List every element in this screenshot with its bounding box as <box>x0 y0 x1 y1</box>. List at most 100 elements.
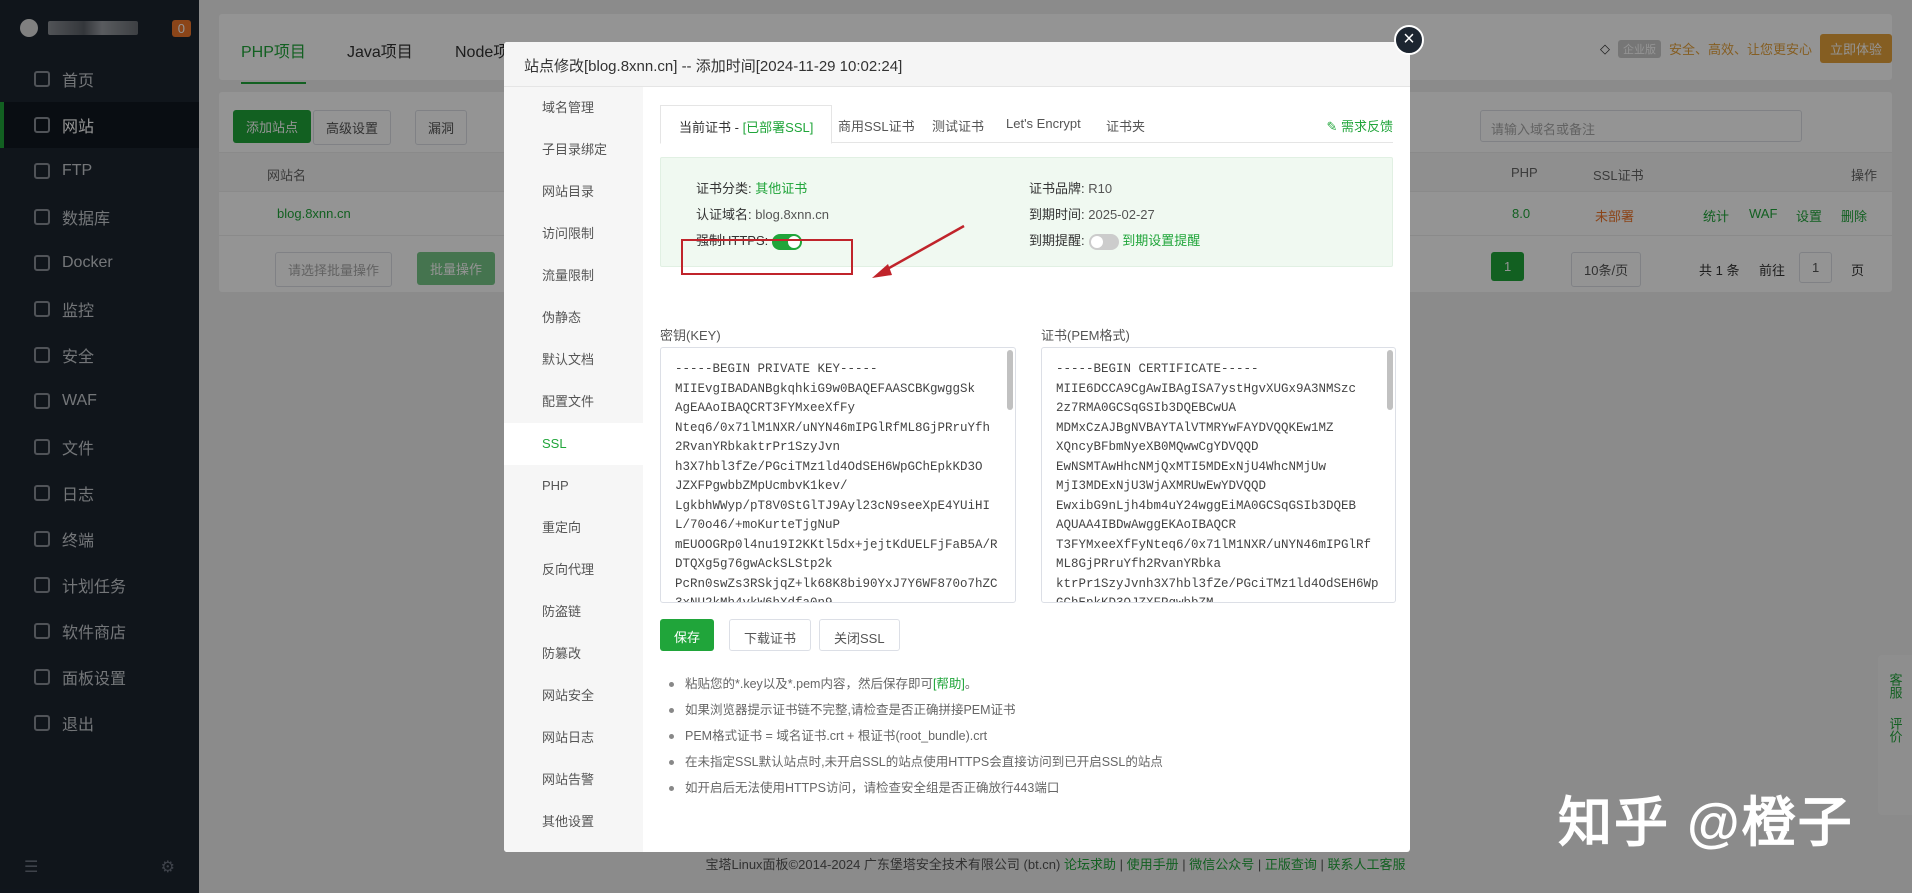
tab-lets-encrypt[interactable]: Let's Encrypt <box>1006 116 1081 131</box>
modal-side-nav: 域名管理 子目录绑定 网站目录 访问限制 流量限制 伪静态 默认文档 配置文件 SSL PHP 重定… <box>504 87 643 852</box>
annotation-arrow <box>872 224 965 278</box>
modal-nav-item[interactable]: 默认文档 <box>504 339 643 381</box>
code-line: L/70o46/+moKurteTjgNuP <box>675 518 841 532</box>
cert-category: 证书分类: 其他证书 <box>696 178 807 197</box>
cert-domain-label: 认证域名: <box>696 207 752 222</box>
modal-nav-item[interactable]: 重定向 <box>504 507 643 549</box>
close-ssl-button[interactable]: 关闭SSL <box>819 619 900 651</box>
modal-nav-item[interactable]: 配置文件 <box>504 381 643 423</box>
cert-brand-label: 证书品牌: <box>1029 181 1085 196</box>
tip-item: 如开启后无法使用HTTPS访问，请检查安全组是否正确放行443端口 <box>663 775 1393 801</box>
modal-nav-item[interactable]: 反向代理 <box>504 549 643 591</box>
edit-icon: ✎ <box>1326 119 1341 134</box>
cert-expire: 到期时间: 2025-02-27 <box>1029 204 1155 223</box>
expire-remind-toggle[interactable] <box>1088 233 1119 250</box>
cert-category-value: 其他证书 <box>755 181 808 196</box>
code-line: h3X7hbl3fZe/PGciTMz1ld4OdSEH6WpGChEpkKD3… <box>675 459 983 474</box>
cert-brand: 证书品牌: R10 <box>1029 178 1112 197</box>
code-line: GChEpkKD3OJZXFPgwbbZM <box>1056 596 1214 603</box>
modal-nav-item[interactable]: PHP <box>504 465 643 507</box>
code-line: ktrPr1SzyJvnh3X7hbl3fZe/PGciTMz1ld4OdSEH… <box>1056 576 1379 591</box>
ssl-panel: 当前证书 - [已部署SSL] 商用SSL证书 测试证书 Let's Encry… <box>643 87 1410 852</box>
cert-category-label: 证书分类: <box>696 181 752 196</box>
modal-nav-item[interactable]: 网站目录 <box>504 171 643 213</box>
code-line: MIIEvgIBADANBgkqhkiG9w0BAQEFAASCBKgwggSk <box>675 381 976 396</box>
tip-item: 在未指定SSL默认站点时,未开启SSL的站点使用HTTPS会直接访问到已开启SS… <box>663 749 1393 775</box>
tab-current-cert-label: 当前证书 - <box>679 120 743 135</box>
watermark-text: 知乎 @橙子 <box>1558 793 1854 853</box>
code-line: EwxibG9nLjh4bm4uY24wggEiMA0GCSqGSIb3DQEB <box>1056 498 1357 513</box>
cert-expire-value: 2025-02-27 <box>1088 207 1155 222</box>
code-line: JZXFPgwbbZMpUcmbvK1kev/ <box>675 479 848 493</box>
tip-text: PEM格式证书 = 域名证书.crt + 根证书(root_bundle).cr… <box>685 729 988 743</box>
feedback-label: 需求反馈 <box>1340 119 1393 134</box>
code-line: AQUAA4IBDwAwggEKAoIBAQCR <box>1056 518 1237 532</box>
certificate-textarea[interactable]: -----BEGIN CERTIFICATE----- MIIE6DCCA9CgA… <box>1041 347 1396 603</box>
code-line: 2z7RMA0GCSqGSIb3DQEBCwUA <box>1056 401 1237 415</box>
site-edit-modal: 站点修改[blog.8xnn.cn] -- 添加时间[2024-11-29 10… <box>504 42 1410 852</box>
code-line: AgEAAoIBAQCRT3FYMxeeXfFy <box>675 401 856 415</box>
code-line: 3xNU2kMh4vkW6hXdfa0n9 <box>675 596 833 603</box>
code-line: ML8GjPRruYfh2RvanYRbka <box>1056 557 1222 571</box>
code-line: -----BEGIN PRIVATE KEY----- <box>675 362 878 376</box>
modal-title: 站点修改[blog.8xnn.cn] -- 添加时间[2024-11-29 10… <box>504 42 1410 87</box>
cert-label: 证书(PEM格式) <box>1041 328 1130 343</box>
code-line: mEUOOGRp0l4nu19I2KKtl5dx+jejtKdUELFjFaB5… <box>675 537 998 552</box>
scrollbar[interactable] <box>1387 350 1393 410</box>
code-line: Nteq6/0x71lM1NXR/uNYN46mIPGlRfML8GjPRruY… <box>675 420 991 435</box>
toggle-knob <box>1090 235 1103 248</box>
code-line: DTQXg5g76gwAckSLStp2k <box>675 557 833 571</box>
save-button[interactable]: 保存 <box>660 619 715 651</box>
code-line: MIIE6DCCA9CgAwIBAgISA7ystHgvXUGx9A3NMSzc <box>1056 381 1357 396</box>
modal-nav-item[interactable]: 网站安全 <box>504 675 643 717</box>
cert-domain-value: blog.8xnn.cn <box>755 207 829 222</box>
download-cert-button[interactable]: 下载证书 <box>729 619 812 651</box>
code-line: LgkbhWWyp/pT8V0StGlTJ9Ayl23cN9seeXpE4YUi… <box>675 498 991 513</box>
code-line: T3FYMxeeXfFyNteq6/0x71lM1NXR/uNYN46mIPGl… <box>1056 537 1372 552</box>
code-line: MDMxCzAJBgNVBAYTAlVTMRYwFAYDVQQKEw1MZ <box>1056 420 1334 435</box>
feedback-link[interactable]: ✎ 需求反馈 <box>1326 116 1393 135</box>
tip-item: 如果浏览器提示证书链不完整,请检查是否正确拼接PEM证书 <box>663 697 1393 723</box>
ssl-tips-list: 粘贴您的*.key以及*.pem内容，然后保存即可[帮助]。如果浏览器提示证书链… <box>663 671 1393 801</box>
tab-test-cert[interactable]: 测试证书 <box>932 116 984 135</box>
cert-deployed-status: [已部署SSL] <box>742 120 814 135</box>
code-line: 2RvanYRbkaktrPr1SzyJvn <box>675 440 841 454</box>
tab-current-cert[interactable]: 当前证书 - [已部署SSL] <box>660 105 833 144</box>
help-link[interactable]: [帮助] <box>933 677 965 691</box>
code-line: EwNSMTAwHhcNMjQxMTI5MDExNjU4WhcNMjUw <box>1056 459 1327 474</box>
highlight-box <box>681 239 853 275</box>
scrollbar[interactable] <box>1007 350 1013 410</box>
code-line: -----BEGIN CERTIFICATE----- <box>1056 362 1259 376</box>
tip-item: PEM格式证书 = 域名证书.crt + 根证书(root_bundle).cr… <box>663 723 1393 749</box>
cert-brand-value: R10 <box>1088 181 1113 196</box>
expire-remind-label: 到期提醒: <box>1029 233 1085 248</box>
code-line: MjI3MDExNjU3WjAXMRUwEwYDVQQD <box>1056 479 1267 493</box>
tip-item: 粘贴您的*.key以及*.pem内容，然后保存即可[帮助]。 <box>663 671 1393 697</box>
modal-nav-item[interactable]: 流量限制 <box>504 255 643 297</box>
ssl-tabs: 当前证书 - [已部署SSL] 商用SSL证书 测试证书 Let's Encry… <box>660 105 1393 144</box>
code-line: PcRn0swZs3RSkjqZ+lk68K8bi90YxJ7Y6WF870o7… <box>675 576 998 591</box>
tab-cert-folder[interactable]: 证书夹 <box>1106 116 1145 135</box>
tab-commercial-ssl[interactable]: 商用SSL证书 <box>838 116 915 135</box>
key-label: 密钥(KEY) <box>660 328 721 343</box>
close-icon[interactable]: × <box>1394 25 1424 55</box>
tip-text: 粘贴您的*.key以及*.pem内容，然后保存即可 <box>685 677 933 691</box>
tip-suffix: 。 <box>964 677 978 691</box>
modal-nav-item[interactable]: 网站告警 <box>504 759 643 801</box>
modal-nav-item[interactable]: SSL <box>504 423 643 465</box>
tip-text: 在未指定SSL默认站点时,未开启SSL的站点使用HTTPS会直接访问到已开启SS… <box>685 755 1163 769</box>
modal-nav-item[interactable]: 网站日志 <box>504 717 643 759</box>
modal-nav-item[interactable]: 域名管理 <box>504 87 643 129</box>
modal-nav-item[interactable]: 其他设置 <box>504 801 643 843</box>
expire-remind-row: 到期提醒: 到期设置提醒 <box>1029 230 1200 250</box>
tip-text: 如果浏览器提示证书链不完整,请检查是否正确拼接PEM证书 <box>685 703 1016 717</box>
modal-nav-item[interactable]: 伪静态 <box>504 297 643 339</box>
modal-nav-item[interactable]: 访问限制 <box>504 213 643 255</box>
expire-remind-link[interactable]: 到期设置提醒 <box>1122 233 1200 248</box>
cert-expire-label: 到期时间: <box>1029 207 1085 222</box>
modal-nav-item[interactable]: 防盗链 <box>504 591 643 633</box>
code-line: XQncyBFbmNyeXB0MQwwCgYDVQQD <box>1056 440 1259 454</box>
modal-nav-item[interactable]: 子目录绑定 <box>504 129 643 171</box>
private-key-textarea[interactable]: -----BEGIN PRIVATE KEY----- MIIEvgIBADANB… <box>660 347 1016 603</box>
modal-nav-item[interactable]: 防篡改 <box>504 633 643 675</box>
